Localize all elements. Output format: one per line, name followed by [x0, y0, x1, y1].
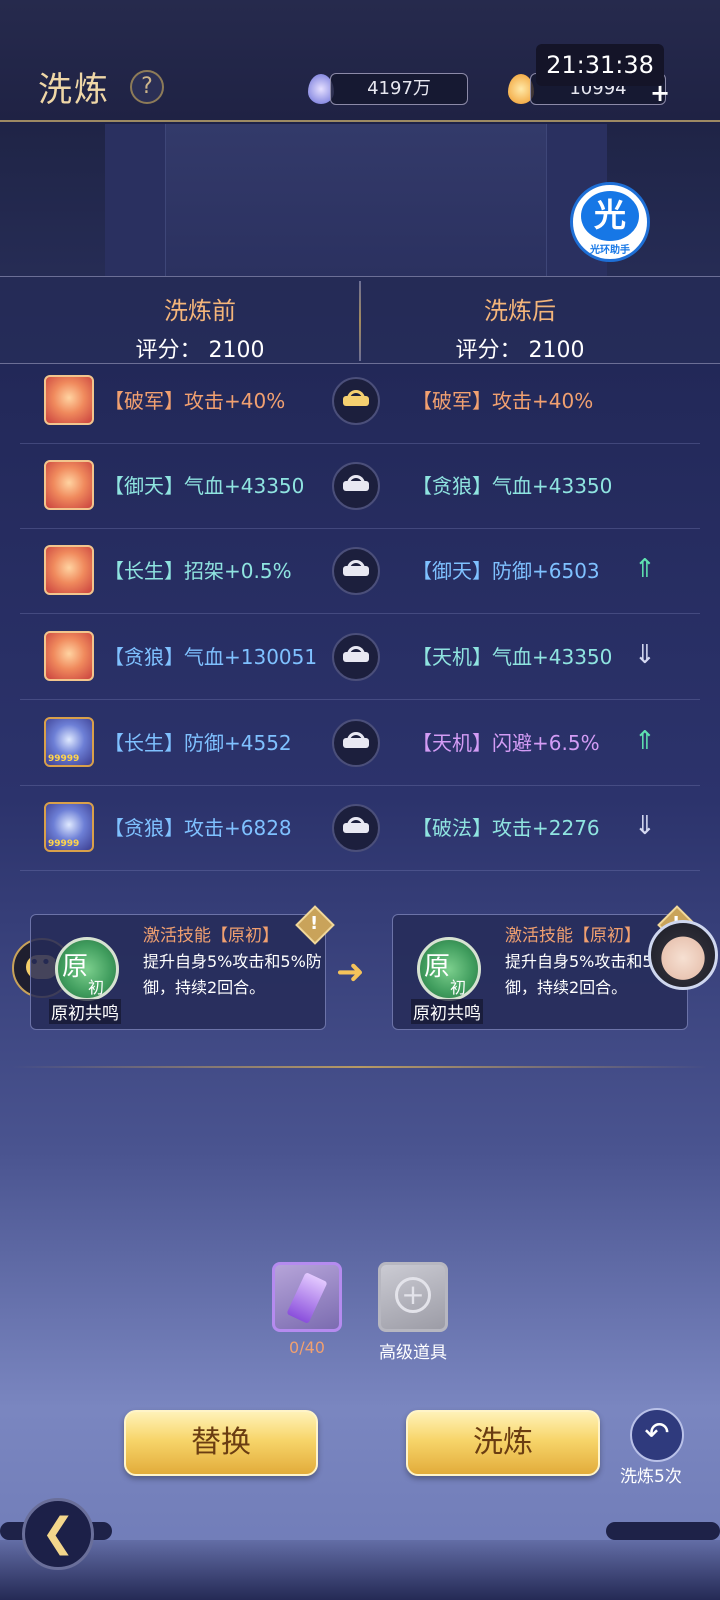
- attribute-row: 【御天】气血+43350 【贪狼】气血+43350: [20, 443, 700, 529]
- arrow-up-icon: ⇑: [634, 554, 656, 584]
- attribute-row: 99999 【贪狼】攻击+6828 【破法】攻击+2276 ⇓: [20, 785, 700, 871]
- skill-label: 原初共鸣: [49, 999, 121, 1024]
- skill-description: 提升自身5%攻击和5%防御，持续2回合。: [143, 952, 322, 997]
- stat-before: 【贪狼】攻击+6828: [104, 816, 292, 840]
- skill-icon-main: 原: [424, 952, 451, 982]
- skill-icon-sub: 初: [88, 978, 105, 997]
- compare-header: 洗炼前 评分： 2100 洗炼后 评分： 2100: [0, 276, 720, 364]
- after-title: 洗炼后: [484, 297, 556, 325]
- arrow-down-icon: ⇓: [634, 640, 656, 670]
- attribute-row: 99999 【长生】防御+4552 【天机】闪避+6.5% ⇑: [20, 700, 700, 786]
- add-icon: +: [395, 1277, 431, 1313]
- equipment-icon[interactable]: [44, 460, 94, 510]
- lock-open-icon[interactable]: [332, 633, 380, 681]
- refine-five-button[interactable]: ↶: [630, 1408, 684, 1462]
- skill-icon: 原 初: [417, 937, 481, 1001]
- warning-exclamation-icon: !: [310, 913, 319, 934]
- equipment-icon[interactable]: [44, 545, 94, 595]
- back-button[interactable]: ❮: [22, 1498, 94, 1570]
- stat-after: 【破法】攻击+2276: [412, 816, 600, 840]
- help-icon[interactable]: ?: [130, 70, 164, 104]
- advanced-item-slot[interactable]: +: [378, 1262, 448, 1332]
- skill-icon-main: 原: [62, 952, 89, 982]
- equipment-icon[interactable]: 99999: [44, 717, 94, 767]
- character-avatar[interactable]: [648, 920, 718, 990]
- status-clock: 21:31:38: [536, 44, 664, 86]
- stat-after: 【御天】防御+6503: [412, 559, 600, 583]
- skill-name: 激活技能【原初】: [505, 926, 641, 946]
- equipment-level: 99999: [48, 754, 80, 764]
- stat-after: 【天机】气血+43350: [412, 645, 613, 669]
- banner-pillar-left: [105, 124, 165, 276]
- crystal-count: 0/40: [289, 1338, 325, 1357]
- lock-body: [343, 396, 369, 406]
- lock-open-icon[interactable]: [332, 719, 380, 767]
- skill-card-before[interactable]: 原 初 原初共鸣 激活技能【原初】 提升自身5%攻击和5%防御，持续2回合。 !: [30, 905, 335, 1030]
- banner-door: [165, 124, 547, 276]
- lock-body: [343, 481, 369, 491]
- skill-card-after[interactable]: 原 初 原初共鸣 激活技能【原初】 提升自身5%攻击和5%防御，持续2回合。 !: [392, 905, 697, 1030]
- equipment-icon[interactable]: [44, 375, 94, 425]
- after-panel-head: 洗炼后 评分： 2100: [400, 277, 640, 364]
- stat-before: 【御天】气血+43350: [104, 474, 305, 498]
- lock-body: [343, 566, 369, 576]
- skill-label: 原初共鸣: [411, 999, 483, 1024]
- stat-before: 【长生】防御+4552: [104, 731, 292, 755]
- before-title: 洗炼前: [164, 297, 236, 325]
- arrow-down-icon: ⇓: [634, 811, 656, 841]
- lock-open-icon[interactable]: [332, 804, 380, 852]
- lock-body: [343, 823, 369, 833]
- refine-crystal-slot[interactable]: [272, 1262, 342, 1332]
- lock-closed-icon[interactable]: [332, 377, 380, 425]
- stat-after: 【贪狼】气血+43350: [412, 474, 613, 498]
- crystal-icon: [286, 1272, 328, 1324]
- before-panel-head: 洗炼前 评分： 2100: [80, 277, 320, 364]
- stat-before: 【贪狼】气血+130051: [104, 645, 318, 669]
- equipment-icon[interactable]: [44, 631, 94, 681]
- compare-divider: [359, 281, 361, 361]
- equipment-icon[interactable]: 99999: [44, 802, 94, 852]
- assistant-badge[interactable]: 光 光环助手: [570, 182, 650, 262]
- replace-button[interactable]: 替换: [124, 1410, 318, 1476]
- refine-button[interactable]: 洗炼: [406, 1410, 600, 1476]
- undo-arrow-icon: ↶: [644, 1416, 670, 1451]
- lock-open-icon[interactable]: [332, 547, 380, 595]
- stat-before: 【破军】攻击+40%: [104, 389, 286, 413]
- assistant-badge-label: 光环助手: [590, 245, 630, 256]
- skill-name: 激活技能【原初】: [143, 926, 279, 946]
- skill-icon-sub: 初: [450, 978, 467, 997]
- lock-open-icon[interactable]: [332, 462, 380, 510]
- lock-body: [343, 738, 369, 748]
- equipment-level: 99999: [48, 839, 80, 849]
- attribute-row: 【贪狼】气血+130051 【天机】气血+43350 ⇓: [20, 614, 700, 700]
- attribute-row: 【长生】招架+0.5% 【御天】防御+6503 ⇑: [20, 528, 700, 614]
- stat-after: 【破军】攻击+40%: [412, 389, 594, 413]
- page-title: 洗炼: [38, 70, 110, 110]
- bottom-bar-right: [606, 1522, 720, 1540]
- assistant-badge-glyph: 光: [581, 191, 639, 241]
- bottom-bar: [0, 1540, 720, 1600]
- back-arrow-icon: ❮: [41, 1510, 75, 1556]
- refine-five-label: 洗炼5次: [620, 1467, 682, 1487]
- advanced-item-label: 高级道具: [379, 1343, 447, 1363]
- lock-body: [343, 652, 369, 662]
- stat-before: 【长生】招架+0.5%: [104, 559, 292, 583]
- arrow-right-icon: ➜: [336, 952, 365, 992]
- skill-icon: 原 初: [55, 937, 119, 1001]
- section-divider: [12, 1066, 708, 1068]
- arrow-up-icon: ⇑: [634, 726, 656, 756]
- stat-after: 【天机】闪避+6.5%: [412, 731, 600, 755]
- currency-spirit-stone: 4197万: [330, 73, 468, 105]
- attribute-row: 【破军】攻击+40% 【破军】攻击+40%: [20, 358, 700, 444]
